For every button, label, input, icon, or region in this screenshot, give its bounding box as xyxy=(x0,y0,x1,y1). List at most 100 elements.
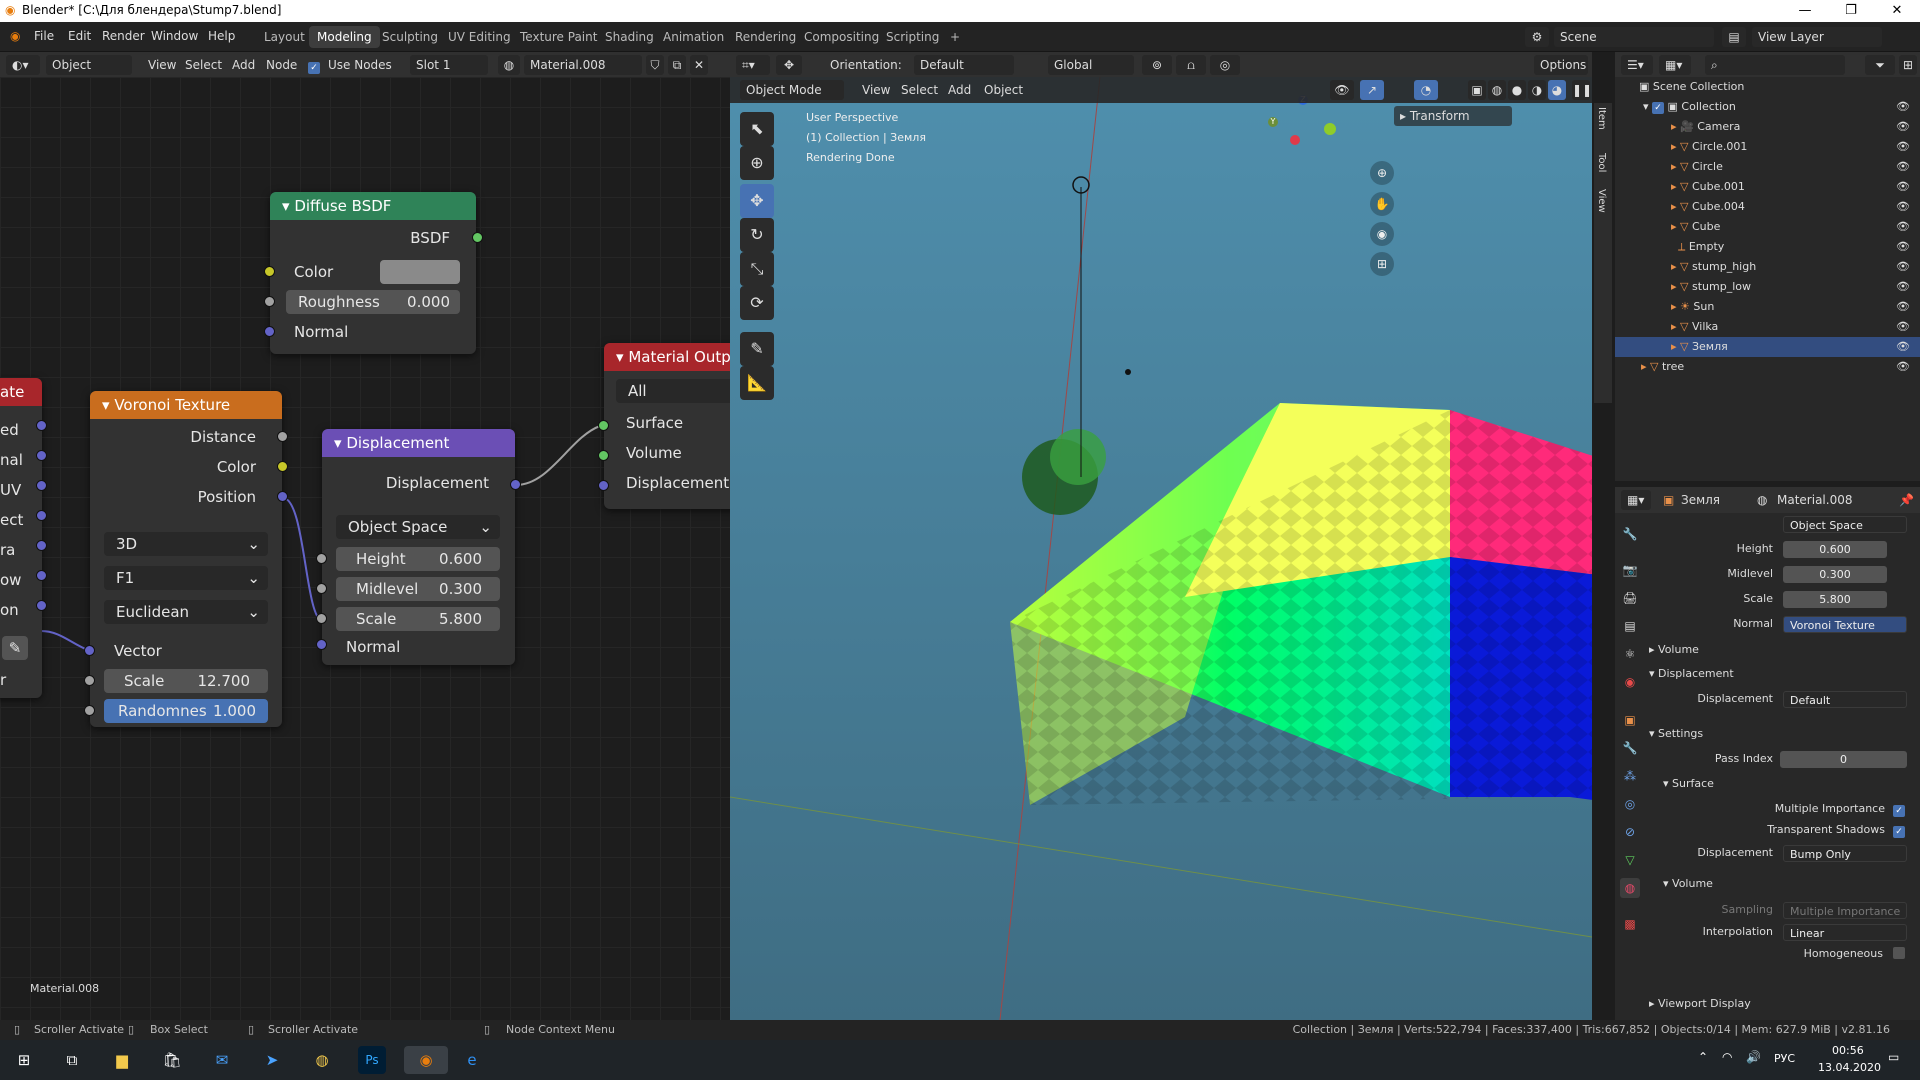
menu-node[interactable]: Node xyxy=(262,55,301,75)
select-box-tool-icon[interactable]: ⬉ xyxy=(740,112,774,146)
material-shading-icon[interactable]: ◑ xyxy=(1528,80,1546,100)
outliner-item-selected[interactable]: ▸ ▽ Земля 👁 xyxy=(1615,337,1920,357)
tab-animation[interactable]: Animation xyxy=(655,26,732,48)
eye-icon[interactable]: 👁 xyxy=(1896,257,1910,277)
node-editor[interactable]: ate ed nal UV ect ra ow on ✎ r ▾ Diffuse… xyxy=(0,77,730,1020)
outliner-item[interactable]: ▸ ▽ Circle 👁 xyxy=(1615,157,1920,177)
y-axis-positive-icon[interactable] xyxy=(1324,123,1336,135)
eye-icon[interactable]: 👁 xyxy=(1896,317,1910,337)
tab-compositing[interactable]: Compositing xyxy=(796,26,887,48)
file-explorer-icon[interactable]: ▆ xyxy=(108,1046,136,1074)
space-dropdown[interactable]: Object Space ⌄ xyxy=(336,515,500,539)
volume-subpanel-header[interactable]: ▾ Volume xyxy=(1663,877,1713,890)
view-layer-icon[interactable]: ▤ xyxy=(1620,616,1640,636)
vp-menu-select[interactable]: Select xyxy=(897,80,942,100)
scale-field[interactable]: 5.800 xyxy=(1783,591,1887,608)
outliner-item[interactable]: ▸ ▽ Vilka 👁 xyxy=(1615,317,1920,337)
filter-icon[interactable]: ⏷ xyxy=(1865,55,1895,75)
surface-subpanel-header[interactable]: ▾ Surface xyxy=(1663,777,1714,790)
material-properties-icon[interactable]: ◍ xyxy=(1620,878,1640,898)
distance-socket[interactable] xyxy=(277,431,288,442)
vp-menu-object[interactable]: Object xyxy=(980,80,1027,100)
view-layer-icon[interactable]: ▤ xyxy=(1722,27,1746,47)
tool-properties-icon[interactable]: 🔧 xyxy=(1620,524,1640,544)
eye-icon[interactable]: 👁 xyxy=(1896,117,1910,137)
material-name-field[interactable]: Material.008 xyxy=(524,55,642,75)
gizmo-toggle-icon[interactable]: ↗ xyxy=(1360,80,1384,100)
mesh-data-icon[interactable]: ▽ xyxy=(1620,850,1640,870)
voronoi-header[interactable]: ▾ Voronoi Texture xyxy=(90,391,282,419)
object-properties-icon[interactable]: ▣ xyxy=(1620,710,1640,730)
editor-type-icon[interactable]: ☰▾ xyxy=(1621,55,1653,75)
displacement-output-socket[interactable] xyxy=(510,479,521,490)
midlevel-socket[interactable] xyxy=(316,583,327,594)
texture-properties-icon[interactable]: ▩ xyxy=(1620,914,1640,934)
task-view-icon[interactable]: ⧉ xyxy=(58,1046,86,1074)
volume-socket[interactable] xyxy=(598,450,609,461)
tab-layout[interactable]: Layout xyxy=(256,26,313,48)
outliner-item[interactable]: ▸ ▽ Cube 👁 xyxy=(1615,217,1920,237)
eye-icon[interactable]: 👁 xyxy=(1896,237,1910,257)
material-browse-icon[interactable]: ◍ xyxy=(498,55,520,75)
height-field[interactable]: 0.600 xyxy=(1783,541,1887,558)
menu-window[interactable]: Window xyxy=(151,29,198,43)
photoshop-icon[interactable]: Ps xyxy=(358,1046,386,1074)
target-dropdown[interactable]: All xyxy=(616,379,730,403)
output-socket[interactable] xyxy=(36,540,47,551)
color-input-socket[interactable] xyxy=(264,266,275,277)
menu-help[interactable]: Help xyxy=(208,29,235,43)
outliner-item[interactable]: ▸ ☀ Sun 👁 xyxy=(1615,297,1920,317)
height-field[interactable]: Height 0.600 xyxy=(336,547,500,571)
surface-socket[interactable] xyxy=(598,420,609,431)
displacement-header[interactable]: ▾ Displacement xyxy=(322,429,515,457)
transform-orientation-dropdown[interactable]: Global xyxy=(1048,55,1134,75)
tab-uv-editing[interactable]: UV Editing xyxy=(440,26,519,48)
duplicate-material-icon[interactable]: ⧉ xyxy=(668,55,686,75)
roughness-input-socket[interactable] xyxy=(264,296,275,307)
physics-icon[interactable]: ◎ xyxy=(1620,794,1640,814)
camera-view-icon[interactable]: ◉ xyxy=(1370,222,1394,246)
editor-type-icon[interactable]: ⌗▾ xyxy=(736,55,770,75)
eyedropper-icon[interactable]: ✎ xyxy=(2,636,28,660)
annotate-tool-icon[interactable]: ✎ xyxy=(740,332,774,366)
eye-icon[interactable]: 👁 xyxy=(1896,97,1910,117)
diffuse-bsdf-header[interactable]: ▾ Diffuse BSDF xyxy=(270,192,476,220)
bsdf-output-socket[interactable] xyxy=(472,232,483,243)
fake-user-icon[interactable]: ⛉ xyxy=(646,55,664,75)
modifier-properties-icon[interactable]: 🔧 xyxy=(1620,738,1640,758)
eye-icon[interactable]: 👁 xyxy=(1896,337,1910,357)
menu-select[interactable]: Select xyxy=(181,55,226,75)
outliner-item[interactable]: ▸ ▽ Cube.001 👁 xyxy=(1615,177,1920,197)
roughness-field[interactable]: Roughness 0.000 xyxy=(286,290,460,314)
solid-shading-icon[interactable]: ● xyxy=(1508,80,1526,100)
start-icon[interactable]: ⊞ xyxy=(10,1046,38,1074)
homogeneous-checkbox[interactable] xyxy=(1893,947,1905,959)
collapse-arrow-icon[interactable]: ▾ xyxy=(334,434,346,452)
scene-collection-row[interactable]: ▣ Scene Collection xyxy=(1615,77,1920,97)
expand-arrow-icon[interactable]: ▾ xyxy=(1643,100,1652,113)
edge-icon[interactable]: e xyxy=(458,1046,486,1074)
tab-item[interactable]: Item xyxy=(1596,107,1607,130)
material-output-header[interactable]: ▾ Material Outp xyxy=(604,343,730,371)
move-tool-icon[interactable]: ✥ xyxy=(740,184,774,218)
chrome-icon[interactable]: ◍ xyxy=(308,1046,336,1074)
disp-method-dropdown[interactable]: Bump Only xyxy=(1783,845,1907,862)
displacement-panel-header[interactable]: ▾ Displacement xyxy=(1649,667,1734,680)
store-icon[interactable]: 🛍 xyxy=(158,1046,186,1074)
editor-type-icon[interactable]: ◐▾ xyxy=(6,55,40,75)
eye-icon[interactable]: 👁 xyxy=(1896,157,1910,177)
rendered-shading-icon[interactable]: ◕ xyxy=(1548,80,1566,100)
x-axis-icon[interactable] xyxy=(1290,135,1300,145)
scene-icon[interactable]: ⚙ xyxy=(1525,27,1549,47)
feature-dropdown[interactable]: F1 ⌄ xyxy=(104,566,268,590)
metric-dropdown[interactable]: Euclidean ⌄ xyxy=(104,600,268,624)
pin-icon[interactable]: 📌 xyxy=(1895,490,1918,510)
orientation-dropdown[interactable]: Default xyxy=(914,55,1014,75)
cursor-tool-icon[interactable]: ⊕ xyxy=(740,146,774,180)
tab-modeling[interactable]: Modeling xyxy=(309,26,380,48)
menu-view[interactable]: View xyxy=(144,55,180,75)
new-collection-icon[interactable]: ⊞ xyxy=(1899,55,1917,75)
notification-icon[interactable]: ▭ xyxy=(1888,1050,1899,1064)
scale-socket[interactable] xyxy=(316,613,327,624)
volume-icon[interactable]: 🔊 xyxy=(1746,1050,1761,1064)
